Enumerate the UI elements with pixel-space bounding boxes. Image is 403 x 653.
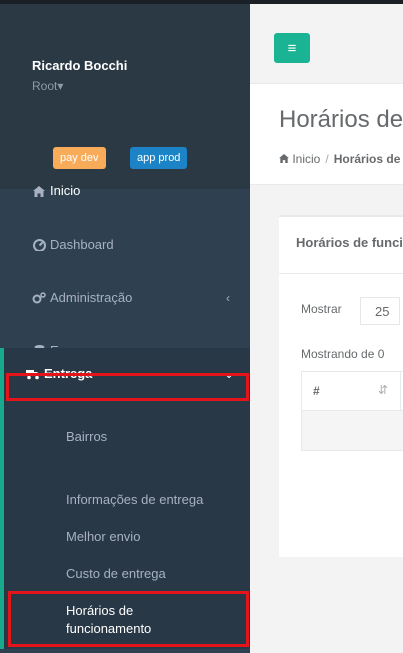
entrega-submenu: Bairros Informações de entrega Melhor en… <box>0 400 250 649</box>
cogs-icon <box>32 279 46 317</box>
profile-name[interactable]: Ricardo Bocchi <box>32 58 127 73</box>
submenu-item-informacoes-entrega[interactable]: Informações de entrega <box>66 491 203 509</box>
home-icon <box>279 152 292 166</box>
content-box: Horários de funcionamento Mostrar 25 Mos… <box>279 215 403 557</box>
submenu-item-horarios-funcionamento[interactable]: Horários de funcionamento <box>66 602 151 638</box>
sidebar-item-label: Entrega <box>44 366 93 381</box>
sort-icon[interactable]: ⇵ <box>378 383 388 397</box>
chevron-left-icon: ‹ <box>226 291 230 305</box>
sidebar-item-inicio[interactable]: Inicio <box>0 172 250 210</box>
main-content: Horários de funcionamento Mostrar 25 Mos… <box>250 185 403 653</box>
table-header: # ⇵ <box>301 371 403 412</box>
sidebar-item-entrega[interactable]: Entrega ⌄ <box>0 348 250 400</box>
home-icon <box>32 172 46 210</box>
submenu-item-bairros[interactable]: Bairros <box>66 428 107 446</box>
profile-role: Root <box>32 79 58 93</box>
caret-down-icon: ▾ <box>57 79 64 93</box>
table-row <box>301 411 403 451</box>
submenu-item-label-line2: funcionamento <box>66 621 152 636</box>
top-navbar: ≡ <box>250 4 403 84</box>
menu-toggle-button[interactable]: ≡ <box>274 33 310 63</box>
sidebar-item-label: Inicio <box>50 183 81 198</box>
table-info: Mostrando de 0 <box>301 347 385 361</box>
pay-dev-badge[interactable]: pay dev <box>53 147 106 169</box>
page-title: Horários de funcionamento <box>279 106 403 133</box>
page-size-select[interactable]: 25 <box>360 297 400 325</box>
box-header: Horários de funcionamento <box>279 217 403 274</box>
truck-icon <box>26 348 40 400</box>
breadcrumb: Inicio / Horários de funcionamento <box>279 152 403 166</box>
app-prod-badge[interactable]: app prod <box>130 147 188 169</box>
submenu-item-custo-entrega[interactable]: Custo de entrega <box>66 565 166 583</box>
column-header-hash[interactable]: # <box>313 384 320 398</box>
hamburger-icon: ≡ <box>287 39 297 57</box>
page-heading: Horários de funcionamento Inicio / Horário… <box>250 84 403 185</box>
sidebar-item-label: Administração <box>50 290 133 305</box>
breadcrumb-separator: / <box>325 152 329 166</box>
column-divider <box>400 372 401 412</box>
breadcrumb-home-link[interactable]: Inicio <box>292 152 320 166</box>
show-entries-label: Mostrar <box>301 302 342 316</box>
sidebar-item-label: Dashboard <box>50 237 114 252</box>
dashboard-icon <box>32 226 46 264</box>
submenu-item-label-line1: Horários de <box>66 603 134 618</box>
profile-role-dropdown[interactable]: Root▾ <box>32 79 63 93</box>
box-title: Horários de funcionamento <box>296 235 403 250</box>
breadcrumb-current: Horários de funcionamento <box>333 152 403 166</box>
profile-section: Ricardo Bocchi Root▾ pay dev app prod <box>0 4 250 189</box>
submenu-item-melhor-envio[interactable]: Melhor envio <box>66 528 140 546</box>
sidebar-item-dashboard[interactable]: Dashboard <box>0 226 250 264</box>
chevron-down-icon: ⌄ <box>223 367 234 381</box>
sidebar-item-administracao[interactable]: Administração ‹ <box>0 279 250 317</box>
